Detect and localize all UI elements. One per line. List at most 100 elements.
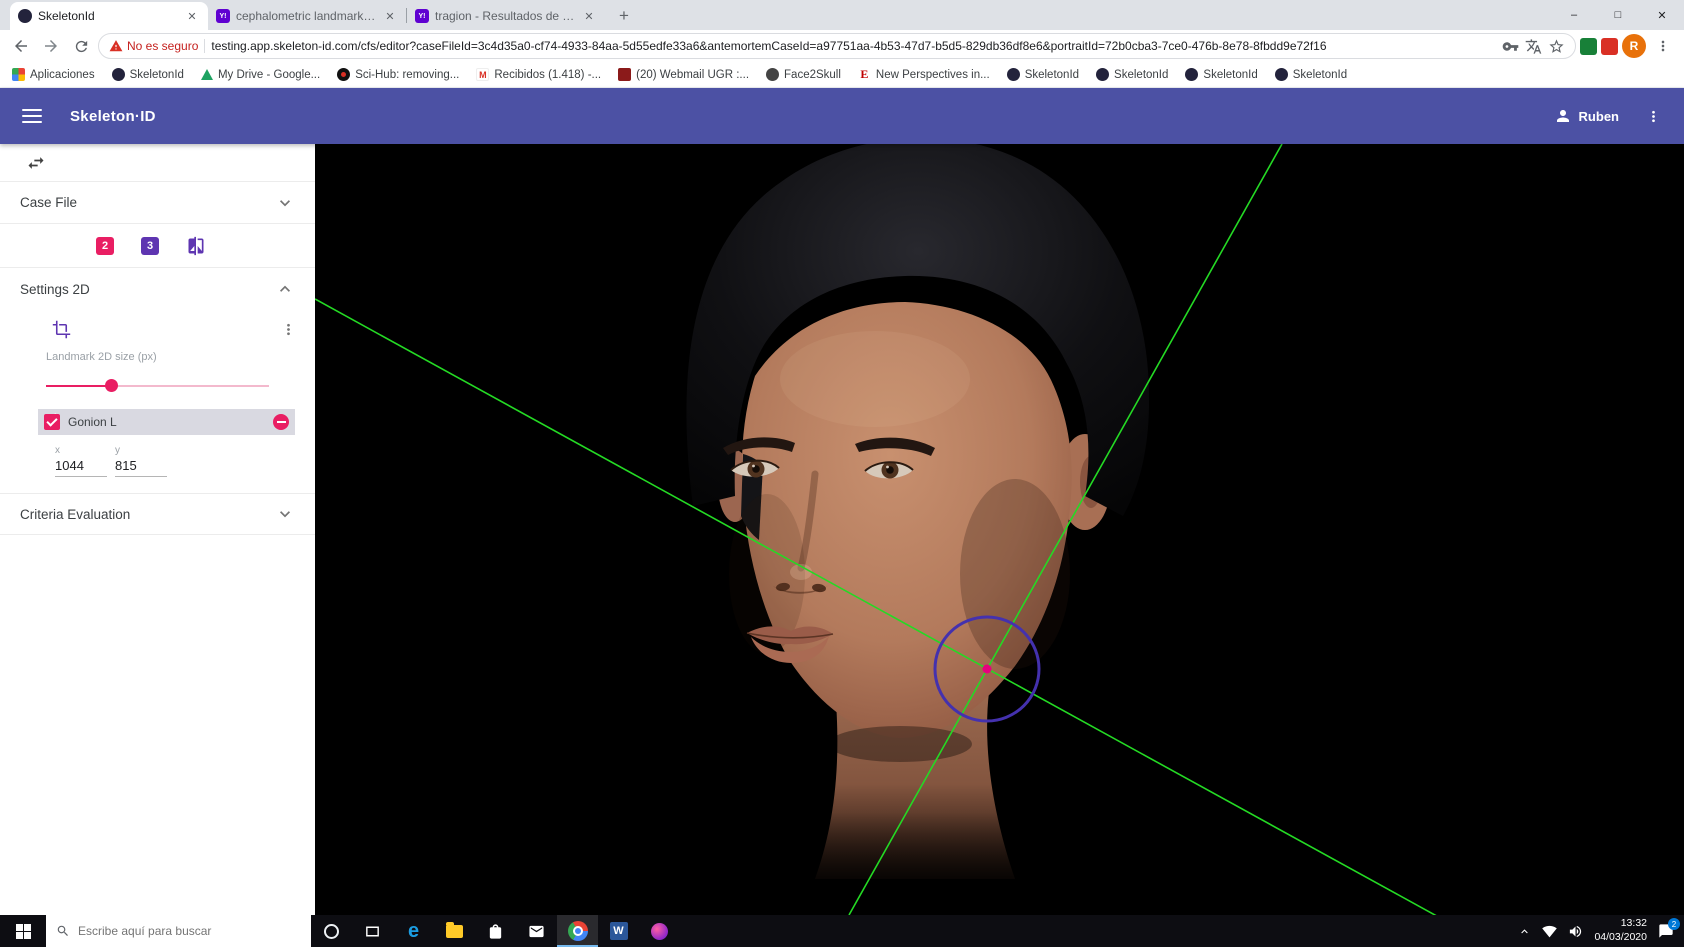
bookmark-skeletonid[interactable]: SkeletonId bbox=[1006, 68, 1079, 81]
drive-icon bbox=[200, 69, 213, 80]
security-chip[interactable]: No es seguro bbox=[109, 39, 198, 53]
section-label: Case File bbox=[20, 195, 78, 210]
user-chip[interactable]: Ruben bbox=[1554, 107, 1619, 125]
bookmark-skeletonid[interactable]: SkeletonId bbox=[111, 68, 184, 81]
address-bar: No es seguro testing.app.skeleton-id.com… bbox=[0, 30, 1684, 62]
more-options-icon[interactable] bbox=[280, 321, 297, 338]
profile-avatar[interactable]: R bbox=[1622, 34, 1646, 58]
tab-title: SkeletonId bbox=[38, 9, 95, 23]
bookmark-star-icon[interactable] bbox=[1548, 38, 1565, 55]
section-case-file[interactable]: Case File bbox=[0, 182, 315, 224]
landmark-row-selected[interactable]: Gonion L bbox=[38, 409, 295, 435]
landmark-point[interactable] bbox=[982, 664, 992, 674]
remove-landmark-icon[interactable] bbox=[273, 414, 289, 430]
tab-close-icon[interactable]: ✕ bbox=[581, 8, 597, 24]
bookmark-webmail[interactable]: (20) Webmail UGR :... bbox=[618, 68, 749, 81]
tab-close-icon[interactable]: ✕ bbox=[184, 8, 200, 24]
bookmark-newperspectives[interactable]: E New Perspectives in... bbox=[858, 67, 990, 81]
extension-icon[interactable] bbox=[1580, 37, 1597, 55]
wifi-icon[interactable] bbox=[1542, 924, 1558, 939]
apps-grid-icon bbox=[12, 68, 25, 81]
task-view-icon[interactable] bbox=[352, 915, 393, 947]
tab-skeletonid[interactable]: SkeletonId ✕ bbox=[10, 2, 208, 30]
landmarks-2d-button[interactable]: 2 bbox=[96, 236, 114, 255]
section-criteria-evaluation[interactable]: Criteria Evaluation bbox=[0, 493, 315, 535]
section-label: Criteria Evaluation bbox=[20, 506, 131, 522]
key-icon[interactable] bbox=[1502, 38, 1519, 55]
file-explorer-icon[interactable] bbox=[434, 915, 475, 947]
y-field-group: y bbox=[115, 445, 167, 477]
menu-hamburger-icon[interactable] bbox=[22, 109, 42, 123]
settings-tools-row bbox=[0, 312, 315, 341]
head-render[interactable] bbox=[315, 144, 1684, 915]
view-mode-row: 2 3 bbox=[0, 224, 315, 268]
bookmark-drive[interactable]: My Drive - Google... bbox=[200, 69, 320, 81]
landmark-name: Gonion L bbox=[68, 415, 117, 429]
url-text[interactable]: testing.app.skeleton-id.com/cfs/editor?c… bbox=[211, 39, 1496, 53]
start-button[interactable] bbox=[0, 915, 46, 947]
y-coordinate-input[interactable] bbox=[115, 456, 167, 477]
x-coordinate-input[interactable] bbox=[55, 456, 107, 477]
word-icon[interactable]: W bbox=[598, 915, 639, 947]
bookmark-face2skull[interactable]: Face2Skull bbox=[766, 68, 841, 81]
bookmark-skeletonid[interactable]: SkeletonId bbox=[1096, 68, 1168, 81]
yahoo-favicon: Y! bbox=[216, 9, 230, 23]
maximize-button[interactable]: □ bbox=[1596, 0, 1640, 30]
new-tab-button[interactable]: + bbox=[611, 3, 637, 29]
app-menu-icon[interactable] bbox=[1645, 108, 1662, 125]
volume-icon[interactable] bbox=[1568, 924, 1583, 939]
notification-badge: 2 bbox=[1668, 918, 1680, 930]
bookmark-label: New Perspectives in... bbox=[875, 68, 990, 81]
compare-icon[interactable] bbox=[186, 236, 206, 256]
user-name: Ruben bbox=[1578, 108, 1619, 124]
extension-icon[interactable] bbox=[1601, 37, 1618, 55]
skeletonid-favicon bbox=[1006, 68, 1020, 81]
browser-tab-strip: SkeletonId ✕ Y! cephalometric landmarks … bbox=[0, 0, 1684, 30]
bookmark-skeletonid[interactable]: SkeletonId bbox=[1185, 68, 1258, 81]
slider-thumb[interactable] bbox=[104, 379, 118, 392]
forward-icon[interactable] bbox=[38, 33, 64, 59]
landmark-checkbox[interactable] bbox=[44, 414, 60, 430]
minimize-button[interactable]: – bbox=[1552, 0, 1596, 30]
crop-icon[interactable] bbox=[52, 320, 71, 339]
tab-close-icon[interactable]: ✕ bbox=[382, 8, 398, 24]
tab-tragion[interactable]: Y! tragion - Resultados de Yahoo Es ✕ bbox=[407, 2, 605, 30]
browser-menu-icon[interactable] bbox=[1650, 33, 1676, 59]
bookmark-skeletonid[interactable]: SkeletonId bbox=[1274, 68, 1347, 81]
bookmark-gmail[interactable]: M Recibidos (1.418) -... bbox=[476, 68, 601, 81]
omnibox[interactable]: No es seguro testing.app.skeleton-id.com… bbox=[98, 33, 1576, 59]
viewport-3d[interactable] bbox=[315, 144, 1684, 915]
section-settings-2d[interactable]: Settings 2D bbox=[0, 268, 315, 310]
chip-separator bbox=[204, 39, 206, 53]
chrome-icon[interactable] bbox=[557, 915, 598, 947]
sidebar: Case File 2 3 Settings 2D Landmark 2D si… bbox=[0, 144, 315, 915]
face2skull-icon bbox=[766, 68, 780, 81]
search-input[interactable] bbox=[78, 924, 301, 938]
edge-icon[interactable]: e bbox=[393, 915, 434, 947]
warning-icon bbox=[109, 40, 123, 52]
taskbar-search[interactable] bbox=[46, 915, 311, 947]
paint3d-icon[interactable] bbox=[639, 915, 680, 947]
translate-icon[interactable] bbox=[1525, 38, 1542, 55]
tray-chevron-up-icon[interactable] bbox=[1518, 925, 1531, 938]
chevron-down-icon bbox=[280, 199, 290, 206]
mail-icon[interactable] bbox=[516, 915, 557, 947]
cortana-icon[interactable] bbox=[311, 915, 352, 947]
taskbar-clock[interactable]: 13:32 04/03/2020 bbox=[1594, 917, 1647, 944]
y-label: y bbox=[115, 445, 120, 456]
notification-center-icon[interactable]: 2 bbox=[1658, 918, 1680, 939]
back-icon[interactable] bbox=[8, 33, 34, 59]
bookmark-scihub[interactable]: Sci-Hub: removing... bbox=[337, 68, 459, 81]
close-button[interactable]: ✕ bbox=[1640, 0, 1684, 30]
bookmark-aplicaciones[interactable]: Aplicaciones bbox=[12, 68, 95, 81]
swap-horizontal-icon[interactable] bbox=[26, 153, 46, 173]
window-controls: – □ ✕ bbox=[1552, 0, 1684, 30]
store-icon[interactable] bbox=[475, 915, 516, 947]
refresh-icon[interactable] bbox=[68, 33, 94, 59]
windows-logo-icon bbox=[15, 923, 31, 939]
x-label: x bbox=[55, 445, 60, 456]
landmark-size-slider[interactable] bbox=[46, 379, 269, 393]
section-label: Settings 2D bbox=[20, 281, 90, 297]
tab-cephalometric[interactable]: Y! cephalometric landmarks in obli ✕ bbox=[208, 2, 406, 30]
landmarks-3d-button[interactable]: 3 bbox=[141, 236, 159, 255]
